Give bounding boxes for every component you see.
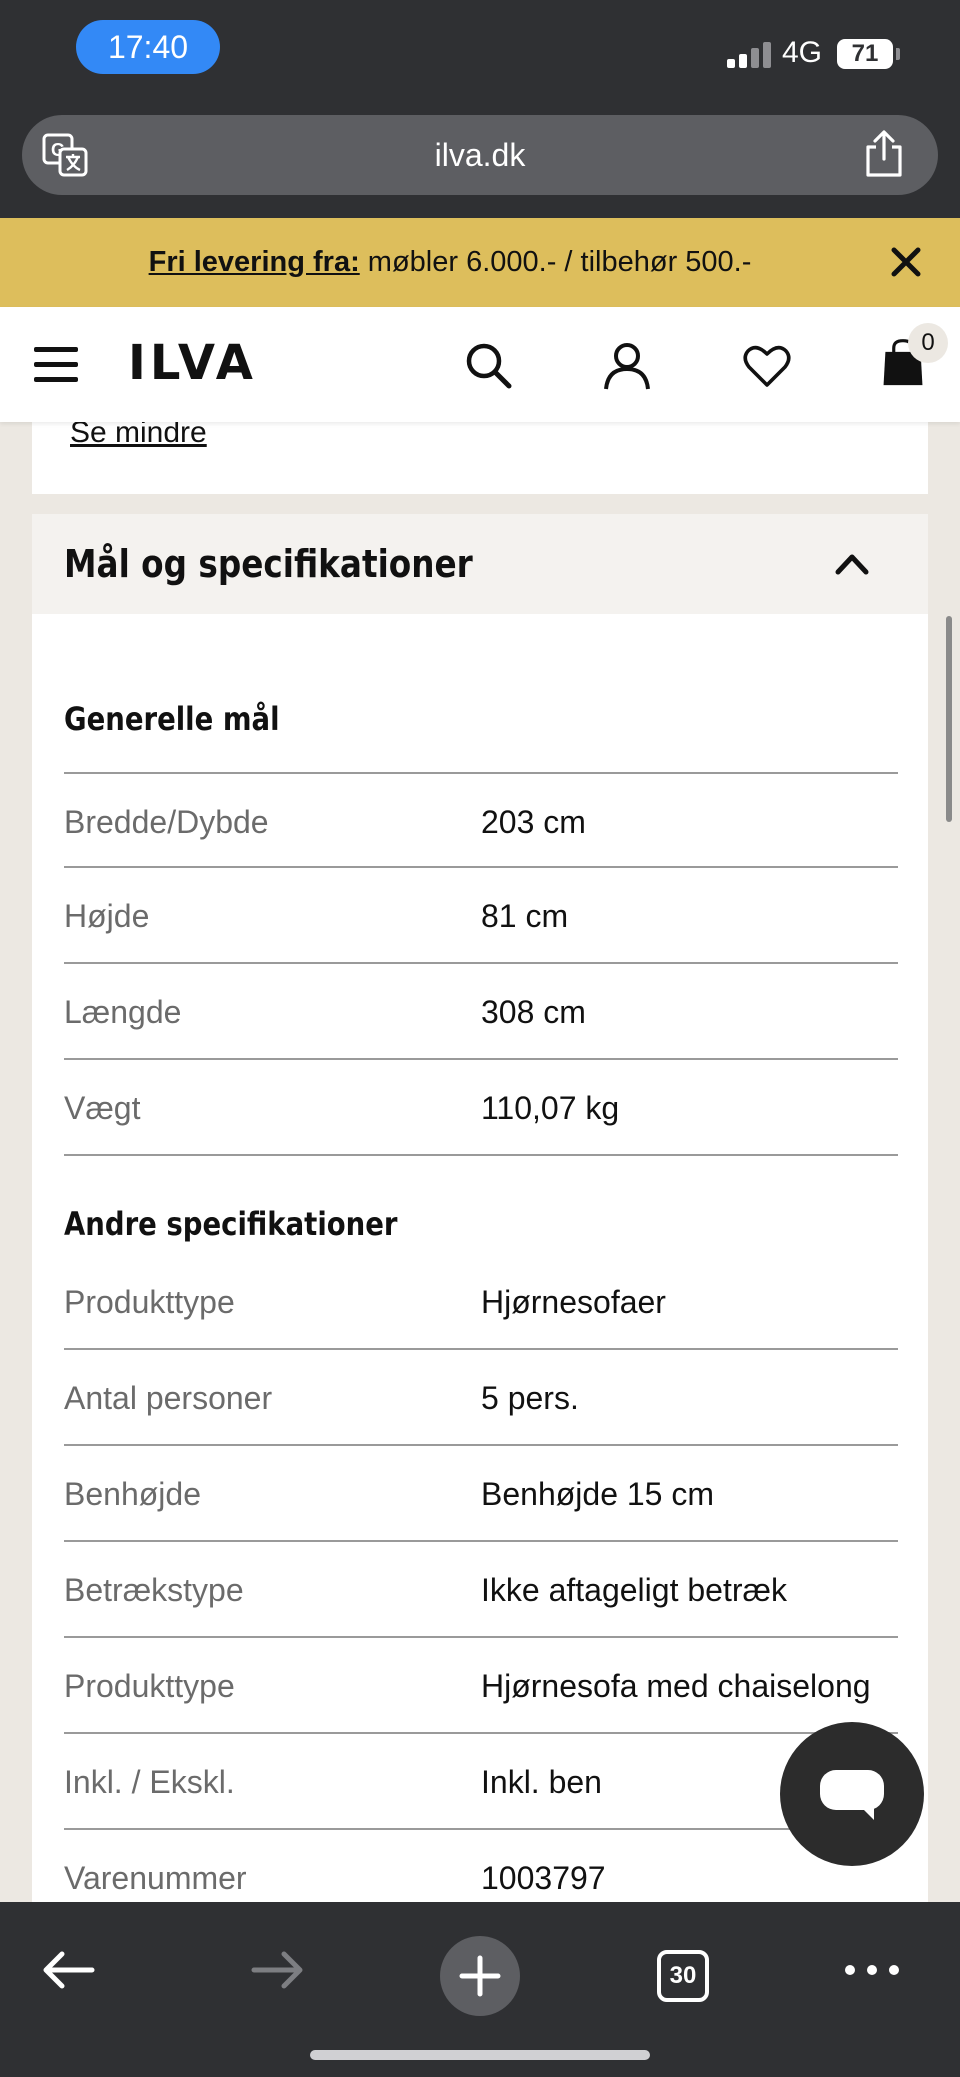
specifications-title: Mål og specifikationer (64, 542, 473, 586)
browser-address-area: G ilva.dk (0, 100, 960, 218)
spec-label: Betrækstype (64, 1572, 244, 1608)
plus-icon (459, 1955, 501, 1997)
menu-icon[interactable] (34, 347, 78, 383)
cellular-signal-icon (727, 42, 773, 68)
chevron-up-icon[interactable] (834, 548, 870, 578)
network-type: 4G (782, 36, 823, 69)
spec-label: Varenummer (64, 1860, 247, 1896)
new-tab-button[interactable] (440, 1936, 520, 2016)
status-time: 17:40 (76, 20, 220, 74)
promo-text: Fri levering fra: møbler 6.000.- / tilbe… (0, 218, 900, 307)
page-content: Se mindre Mål og specifikationer Generel… (0, 422, 960, 1902)
spec-value: 81 cm (481, 898, 569, 934)
spec-row: Produkttype Hjørnesofaer (64, 1254, 898, 1350)
spec-value: Hjørnesofa med chaiselong (481, 1668, 871, 1704)
chat-button[interactable] (780, 1722, 924, 1866)
browser-toolbar: 30 (0, 1902, 960, 2077)
spec-row: Betrækstype Ikke aftageligt betræk (64, 1542, 898, 1638)
battery-icon: 71 (837, 39, 893, 69)
url-text[interactable]: ilva.dk (22, 115, 938, 195)
spec-row: Antal personer 5 pers. (64, 1350, 898, 1446)
spec-label: Produkttype (64, 1284, 235, 1320)
address-bar[interactable]: G ilva.dk (22, 115, 938, 195)
spec-label: Inkl. / Ekskl. (64, 1764, 235, 1800)
account-icon[interactable] (602, 341, 652, 391)
battery-tip (896, 48, 900, 60)
spec-row: Bredde/Dybde 203 cm (64, 772, 898, 868)
tabs-count-button[interactable]: 30 (657, 1950, 709, 2002)
see-less-link[interactable]: Se mindre (70, 422, 207, 450)
spec-label: Produkttype (64, 1668, 235, 1704)
cart-count-badge: 0 (908, 323, 948, 363)
spec-value: Ikke aftageligt betræk (481, 1572, 787, 1608)
home-indicator[interactable] (310, 2050, 650, 2060)
share-icon[interactable] (862, 129, 906, 179)
spec-value: 308 cm (481, 994, 586, 1030)
spec-label: Vægt (64, 1090, 141, 1126)
spec-row: Højde 81 cm (64, 868, 898, 964)
spec-value: 5 pers. (481, 1380, 579, 1416)
back-arrow-icon[interactable] (30, 1930, 110, 2010)
spec-value: Inkl. ben (481, 1764, 602, 1800)
spec-label: Benhøjde (64, 1476, 201, 1512)
more-dots-icon[interactable] (832, 1930, 912, 2010)
spec-label: Antal personer (64, 1380, 273, 1416)
spec-value: 203 cm (481, 804, 586, 840)
spec-value: Hjørnesofaer (481, 1284, 666, 1320)
ilva-logo[interactable]: ILVA (128, 335, 257, 391)
spec-row: Produkttype Hjørnesofa med chaiselong (64, 1638, 898, 1734)
chat-bubble-icon (820, 1770, 884, 1810)
wishlist-heart-icon[interactable] (742, 341, 792, 391)
description-card: Se mindre (32, 422, 928, 494)
free-delivery-banner: Fri levering fra: møbler 6.000.- / tilbe… (0, 218, 960, 307)
spec-label: Længde (64, 994, 182, 1030)
status-bar: 17:40 4G 71 (0, 0, 960, 100)
spec-value: Benhøjde 15 cm (481, 1476, 715, 1512)
search-icon[interactable] (464, 341, 514, 391)
page-scrollbar[interactable] (946, 616, 952, 822)
spec-row: Længde 308 cm (64, 964, 898, 1060)
spec-row: Vægt 110,07 kg (64, 1060, 898, 1156)
spec-label: Bredde/Dybde (64, 804, 269, 840)
site-header: ILVA 0 (0, 307, 960, 422)
specifications-accordion-header[interactable]: Mål og specifikationer (32, 514, 928, 614)
general-dimensions-title: Generelle mål (64, 700, 280, 738)
spec-value: 110,07 kg (481, 1090, 620, 1126)
other-specifications-title: Andre specifikationer (64, 1205, 398, 1243)
spec-row: Benhøjde Benhøjde 15 cm (64, 1446, 898, 1542)
specifications-card: Mål og specifikationer Generelle mål Bre… (32, 514, 928, 1902)
spec-value: 1003797 (481, 1860, 606, 1896)
spec-row: Varenummer 1003797 (64, 1830, 898, 1902)
promo-link[interactable]: Fri levering fra: (149, 246, 360, 278)
forward-arrow-icon (251, 1951, 303, 1989)
promo-details: møbler 6.000.- / tilbehør 500.- (359, 246, 752, 278)
spec-row: Inkl. / Ekskl. Inkl. ben (64, 1734, 898, 1830)
chat-bubble-tail (858, 1804, 874, 1820)
close-icon[interactable] (888, 244, 924, 280)
spec-label: Højde (64, 898, 150, 934)
